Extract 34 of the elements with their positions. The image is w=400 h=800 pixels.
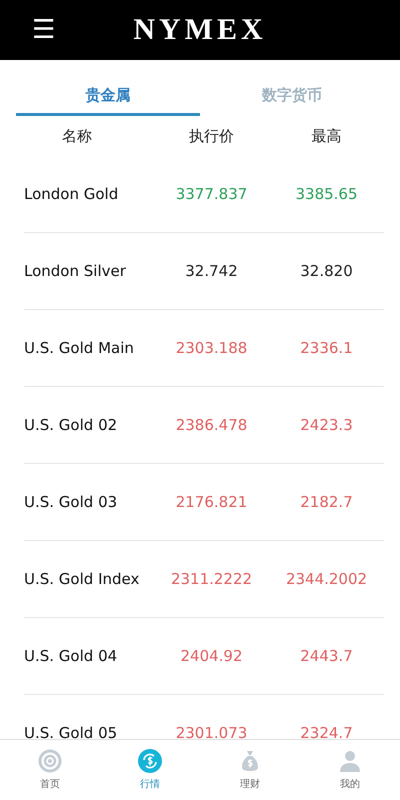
high-value: 2336.1 bbox=[300, 339, 353, 357]
instrument-name: London Gold bbox=[24, 185, 120, 203]
price-value: 3377.837 bbox=[176, 185, 248, 203]
instrument-name: U.S. Gold 03 bbox=[24, 493, 118, 511]
instrument-name: U.S. Gold 02 bbox=[24, 416, 118, 434]
nav-item[interactable]: 首页 bbox=[0, 740, 100, 800]
high-value: 2182.7 bbox=[300, 493, 353, 511]
instrument-name: London Silver bbox=[24, 262, 127, 280]
high-value: 2443.7 bbox=[300, 647, 353, 665]
instrument-name: U.S. Gold 04 bbox=[24, 647, 118, 665]
column-header: 名称 bbox=[61, 126, 92, 146]
high-value: 32.820 bbox=[300, 262, 353, 280]
price-value: 2311.2222 bbox=[170, 570, 252, 588]
price-value: 32.742 bbox=[185, 262, 238, 280]
instrument-name: U.S. Gold 05 bbox=[24, 724, 118, 739]
instrument-name: U.S. Gold Main bbox=[24, 339, 135, 357]
price-value: 2176.821 bbox=[176, 493, 248, 511]
column-header: 最高 bbox=[312, 126, 342, 146]
nav-item[interactable]: 我的 bbox=[300, 740, 400, 800]
nav-item[interactable]: 理财 bbox=[200, 740, 300, 800]
high-value: 2324.7 bbox=[300, 724, 353, 739]
menu-button[interactable]: ☰ bbox=[32, 17, 56, 43]
price-value: 2386.478 bbox=[176, 416, 248, 434]
high-value: 2423.3 bbox=[300, 416, 353, 434]
price-value: 2404.92 bbox=[180, 647, 243, 665]
high-value: 3385.65 bbox=[295, 185, 358, 203]
nav-item[interactable]: 行情 bbox=[100, 740, 200, 800]
logo: NYMEX bbox=[133, 13, 267, 47]
price-value: 2303.188 bbox=[176, 339, 248, 357]
high-value: 2344.2002 bbox=[286, 570, 368, 588]
tab[interactable]: 贵金属 bbox=[16, 82, 200, 116]
price-value: 2301.073 bbox=[176, 724, 248, 739]
column-header: 执行价 bbox=[189, 126, 234, 146]
instrument-name: U.S. Gold Index bbox=[24, 570, 140, 588]
